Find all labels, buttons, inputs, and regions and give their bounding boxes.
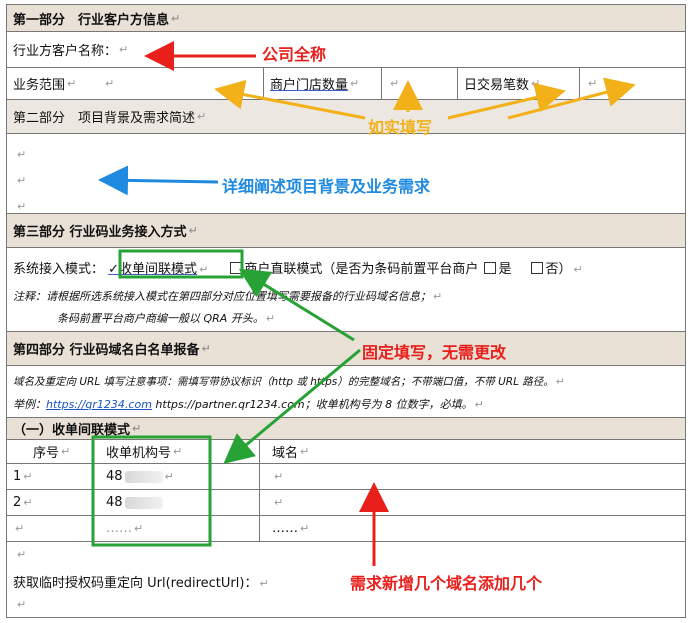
option-direct-mode: 商户直联模式（是否为条码前置平台商户 xyxy=(244,262,479,277)
row-org-cell[interactable]: 48 xyxy=(93,490,259,515)
annotation-fixed-fill: 固定填写，无需更改 xyxy=(362,343,507,362)
part2-title: 第二部分 项目背景及需求简述 xyxy=(13,111,196,126)
daily-tx-label: 日交易笔数 xyxy=(464,78,530,93)
client-name-label: 行业方客户名称： xyxy=(13,44,118,59)
row-domain: …… xyxy=(272,521,298,536)
part1-header: 第一部分 行业客户方信息 ↵ xyxy=(6,4,686,32)
part3-note2: 条码前置平台商户商编一般以 QRA 开头。 xyxy=(57,312,264,325)
part4-notes: 域名及重定向 URL 填写注意事项：需填写带协议标识（http 或 https）… xyxy=(6,366,686,418)
table-row: 1 ↵ 48 ↵ ↵ xyxy=(6,464,686,490)
row-org: …… xyxy=(106,521,132,536)
table-row: 2 ↵ 48 ↵ xyxy=(6,490,686,516)
row-seq: 1 xyxy=(13,469,22,484)
document-form: 第一部分 行业客户方信息 ↵ 行业方客户名称： ↵ 业务范围 ↵ ↵ 商户门店数量 ↵ … xyxy=(6,4,686,618)
col-domain-header: 域名 xyxy=(272,446,299,461)
client-name-row: 行业方客户名称： ↵ xyxy=(6,32,686,68)
store-count-label: 商户门店数量 xyxy=(270,78,349,93)
business-scope-field[interactable]: ↵ xyxy=(97,68,263,99)
business-scope-label: 业务范围 xyxy=(13,78,66,93)
part4-note1: 域名及重定向 URL 填写注意事项：需填写带协议标识（http 或 https）… xyxy=(13,376,554,388)
row-domain-cell[interactable]: ↵ xyxy=(259,490,687,515)
daily-tx-field[interactable]: ↵ xyxy=(579,68,687,99)
example-label: 举例： xyxy=(13,398,46,411)
redirect-label: 获取临时授权码重定向 Url(redirectUrl)： xyxy=(13,576,258,591)
store-count-field[interactable]: ↵ xyxy=(381,68,457,99)
part4-title: 第四部分 行业码域名白名单报备 xyxy=(13,343,200,358)
row-domain-cell[interactable]: …… ↵ xyxy=(259,516,687,541)
option-acquirer-mode[interactable]: ✓收单间联模式 xyxy=(108,262,197,277)
part4-header: 第四部分 行业码域名白名单报备 ↵ xyxy=(6,332,686,366)
row-domain-cell[interactable]: ↵ xyxy=(259,464,687,489)
row-org: 48 xyxy=(106,469,123,484)
part4-subtitle-row: （一）收单间联模式 ↵ xyxy=(6,418,686,440)
part4-subtitle: （一）收单间联模式 xyxy=(13,423,131,438)
yes-checkbox[interactable] xyxy=(484,262,497,274)
table-header: 序号 ↵ 收单机构号 ↵ 域名 ↵ xyxy=(6,440,686,464)
annotation-fill-truthfully: 如实填写 xyxy=(368,118,433,137)
redirect-section: ↵ 获取临时授权码重定向 Url(redirectUrl)： ↵ ↵ xyxy=(6,542,686,618)
part3-note1: 注释：请根据所选系统接入模式在第四部分对应位置填写需要报备的行业码域名信息； xyxy=(13,290,431,303)
yes-label: 是 xyxy=(498,262,512,277)
example-rest: https://partner.qr1234.com；收单机构号为 8 位数字，… xyxy=(151,398,473,411)
access-mode-label: 系统接入模式： xyxy=(13,262,105,277)
no-label: 否） xyxy=(545,262,572,277)
redacted-value xyxy=(124,470,163,483)
annotation-describe-background: 详细阐述项目背景及业务需求 xyxy=(222,177,431,196)
part3-header: 第三部分 行业码业务接入方式 ↵ xyxy=(6,214,686,248)
table-row: ↵ …… ↵ …… ↵ xyxy=(6,516,686,542)
business-info-row: 业务范围 ↵ ↵ 商户门店数量 ↵ ↵ 日交易笔数 ↵ ↵ xyxy=(6,68,686,100)
col-seq-header: 序号 xyxy=(33,446,60,461)
row-org: 48 xyxy=(106,495,123,510)
row-org-cell[interactable]: 48 ↵ xyxy=(93,464,259,489)
row-org-cell[interactable]: …… ↵ xyxy=(93,516,259,541)
direct-mode-checkbox[interactable] xyxy=(230,262,243,274)
annotation-company-full-name: 公司全称 xyxy=(262,45,327,64)
row-seq: 2 xyxy=(13,495,22,510)
annotation-add-domains: 需求新增几个域名添加几个 xyxy=(350,574,543,593)
part2-header: 第二部分 项目背景及需求简述 ↵ xyxy=(6,100,686,134)
part3-title: 第三部分 行业码业务接入方式 xyxy=(13,225,187,240)
part3-content: 系统接入模式： ✓收单间联模式 ↵ 商户直联模式（是否为条码前置平台商户是否） ↵ … xyxy=(6,248,686,332)
redacted-value xyxy=(124,496,163,509)
col-org-header: 收单机构号 xyxy=(106,446,172,461)
part1-title: 第一部分 行业客户方信息 xyxy=(13,12,170,28)
example-link[interactable]: https://qr1234.com xyxy=(46,398,152,411)
no-checkbox[interactable] xyxy=(531,262,544,274)
